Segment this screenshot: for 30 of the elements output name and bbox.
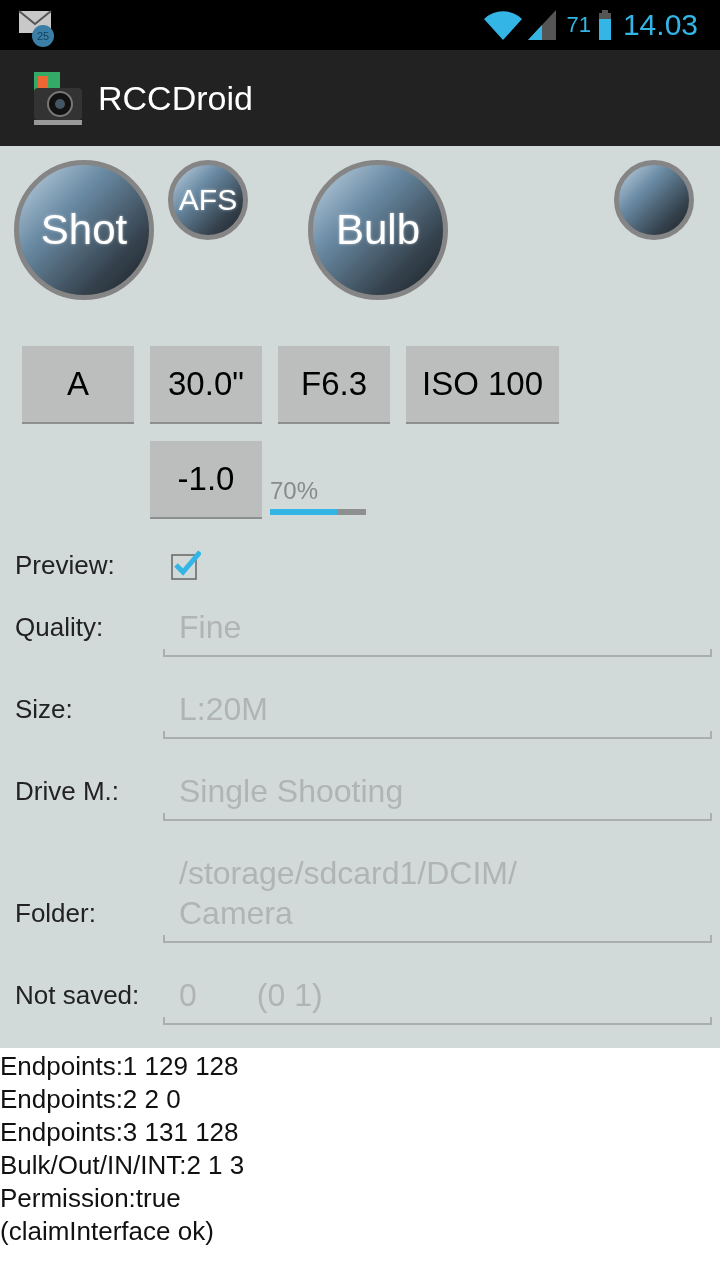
log-line: Endpoints:3 131 128	[0, 1116, 240, 1149]
battery-icon	[598, 10, 611, 40]
round-button[interactable]: Shot	[14, 160, 154, 300]
log-line: Endpoints:2 2 0	[0, 1083, 182, 1116]
log-line: Permission:true	[0, 1182, 182, 1215]
notification-count: 25	[32, 25, 54, 47]
preview-checkbox[interactable]	[171, 550, 201, 580]
clock: 14.03	[622, 8, 698, 42]
meter-reading: 70%	[270, 477, 320, 505]
setting-button[interactable]: 30.0"	[150, 346, 262, 424]
app-title: RCCDroid	[98, 78, 253, 118]
field-label: Size:	[15, 694, 74, 726]
field-label: Preview:	[15, 549, 116, 581]
field-label: Folder:	[15, 898, 97, 930]
round-button[interactable]: AFS	[168, 160, 248, 240]
signal-icon	[528, 10, 557, 40]
field-label: Not saved:	[15, 980, 141, 1012]
setting-button[interactable]: A	[22, 346, 134, 424]
log-line: Endpoints:1 129 128	[0, 1050, 240, 1083]
camera-icon	[32, 70, 84, 126]
exposure-button[interactable]: -1.0	[150, 441, 262, 519]
round-button[interactable]: Bulb	[308, 160, 448, 300]
field-label: Quality:	[15, 612, 105, 644]
setting-button[interactable]: ISO 100	[406, 346, 560, 424]
field-label: Drive M.:	[15, 776, 120, 808]
battery-percentage: 71	[566, 12, 591, 38]
setting-button[interactable]: F6.3	[278, 346, 390, 424]
log-line: (claimInterface ok)	[0, 1215, 215, 1248]
log-line: Bulk/Out/IN/INT:2 1 3	[0, 1149, 246, 1182]
wifi-icon	[484, 10, 523, 40]
